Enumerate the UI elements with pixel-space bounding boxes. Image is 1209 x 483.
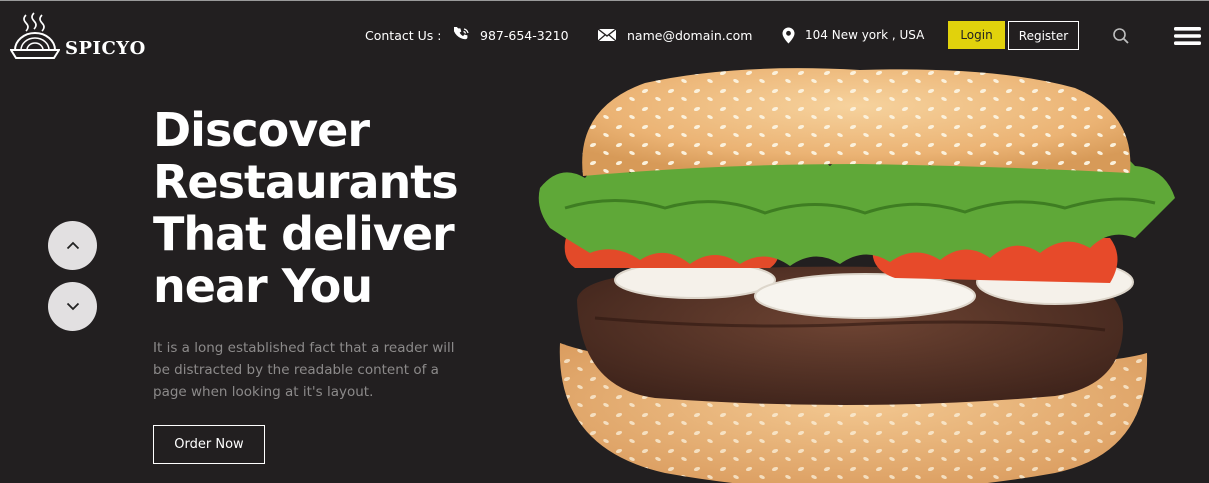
burger-image — [538, 68, 1175, 483]
login-button[interactable]: Login — [948, 21, 1005, 49]
search-icon[interactable] — [1112, 27, 1130, 49]
register-button[interactable]: Register — [1008, 21, 1079, 50]
hero-title: Discover Restaurants That deliver near Y… — [153, 103, 459, 313]
hero-description: It is a long established fact that a rea… — [153, 340, 455, 400]
steaming-bowl-icon — [10, 12, 60, 59]
chevron-up-icon — [66, 241, 79, 250]
hero-title-line: Restaurants — [153, 155, 459, 209]
phone-icon — [454, 27, 470, 43]
address-text: 104 New york , USA — [805, 28, 925, 42]
hero-title-line: near You — [153, 259, 373, 313]
brand-logo[interactable]: SPICYO — [10, 12, 146, 60]
phone-number: 987-654-3210 — [480, 27, 569, 43]
contact-phone[interactable]: 987-654-3210 — [454, 0, 569, 70]
hero-title-line: That deliver — [153, 207, 455, 261]
chevron-down-icon — [66, 302, 79, 311]
order-now-button[interactable]: Order Now — [153, 425, 265, 464]
location-pin-icon — [782, 27, 795, 44]
mail-icon — [597, 28, 617, 42]
hero-title-line: Discover — [153, 103, 370, 157]
contact-email[interactable]: name@domain.com — [597, 0, 752, 70]
slider-prev-button[interactable] — [48, 221, 97, 270]
email-address: name@domain.com — [627, 27, 753, 43]
slider-next-button[interactable] — [48, 282, 97, 331]
brand-name: SPICYO — [65, 38, 146, 59]
hamburger-menu-icon[interactable] — [1174, 26, 1201, 50]
contact-address[interactable]: 104 New york , USA — [782, 0, 924, 70]
contact-label: Contact Us : — [365, 27, 442, 43]
